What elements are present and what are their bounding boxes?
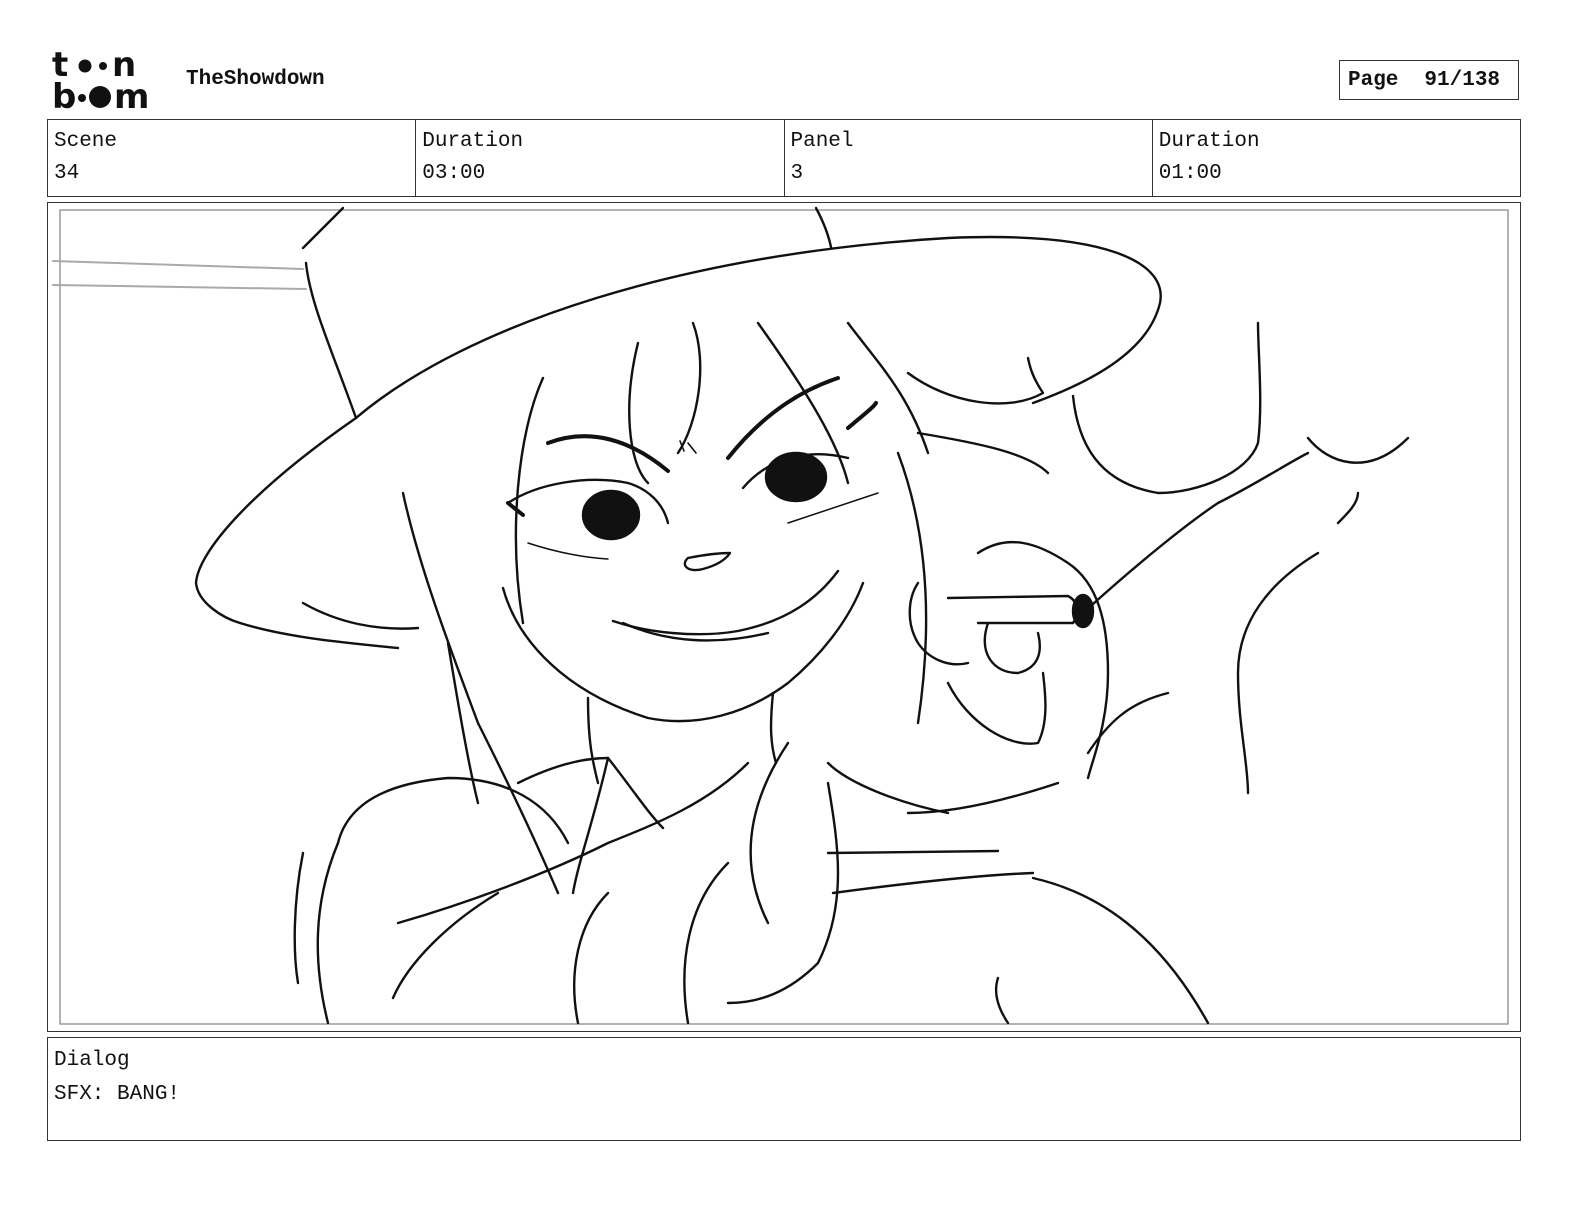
flash-spike	[1336, 491, 1360, 525]
flash-top	[1071, 321, 1262, 495]
left-eye	[581, 489, 641, 541]
gun-hand-outline	[976, 540, 1110, 780]
upper-arm	[749, 741, 790, 925]
neck-left	[586, 696, 600, 785]
hat-brim-top	[354, 235, 1162, 420]
left-shoulder	[336, 776, 570, 845]
hair-right	[896, 451, 928, 725]
scene-duration-label: Duration	[422, 130, 524, 153]
gun-muzzle	[1071, 593, 1095, 629]
knuckles	[983, 621, 1041, 675]
flash-lower	[1086, 691, 1170, 755]
hat-crown-left	[301, 206, 345, 250]
left-cheek-line	[527, 542, 609, 560]
left-eyebrow	[546, 434, 670, 473]
hair-left	[514, 376, 545, 625]
scene-label: Scene	[54, 130, 118, 153]
panel-value: 3	[790, 162, 804, 185]
hair-strand	[846, 321, 930, 455]
project-title: TheShowdown	[186, 68, 325, 91]
scene-duration-value: 03:00	[422, 162, 486, 185]
gun-barrel	[946, 594, 1079, 625]
left-arm-back	[293, 851, 305, 985]
hair-bang	[676, 321, 702, 455]
svg-text:b: b	[52, 77, 76, 112]
hat-crown-side	[304, 261, 358, 420]
flash-bottom	[1236, 551, 1320, 795]
dialog-label: Dialog	[54, 1049, 130, 1072]
right-eye	[764, 451, 828, 503]
hair-flip	[906, 356, 1045, 405]
frown-marks	[679, 440, 697, 454]
torso-right	[683, 861, 730, 1025]
panel-sketch	[52, 206, 1509, 1025]
panel-cell: Panel 3	[785, 120, 1153, 196]
face-jaw	[501, 581, 865, 723]
torso-center	[573, 891, 610, 1025]
toon-boom-logo: t n b m	[52, 45, 164, 117]
arm-line	[831, 871, 1035, 895]
storyboard-panel	[47, 202, 1521, 1032]
fingers	[946, 671, 1047, 745]
right-eyebrow	[726, 376, 840, 460]
panel-duration-label: Duration	[1158, 130, 1260, 153]
hair-back	[401, 491, 560, 895]
scene-value: 34	[54, 162, 80, 185]
panel-duration-value: 01:00	[1158, 162, 1222, 185]
hat-crown-right	[814, 206, 833, 249]
panel-label: Panel	[790, 130, 854, 153]
scene-duration-cell: Duration 03:00	[416, 120, 785, 196]
panel-duration-cell: Duration 01:00	[1153, 120, 1520, 196]
arm-under	[726, 781, 840, 1005]
right-lash	[846, 401, 878, 430]
scarf-line	[396, 761, 750, 925]
hat-brim-left	[194, 416, 358, 625]
body-fold	[994, 976, 1010, 1025]
collar	[516, 756, 665, 830]
hat-brim-line	[301, 601, 420, 630]
speed-line	[52, 284, 307, 290]
right-body	[1031, 876, 1210, 1025]
scene-cell: Scene 34	[48, 120, 417, 196]
hair-flip	[916, 431, 1050, 475]
svg-text:m: m	[114, 77, 149, 112]
nose	[683, 551, 732, 572]
sleeve-cuff	[826, 761, 950, 815]
mouth-lower	[621, 621, 770, 642]
dialog-box: Dialog SFX: BANG!	[47, 1037, 1521, 1141]
neck-right	[769, 691, 778, 765]
mouth-upper	[611, 569, 840, 636]
hand-thumb	[908, 581, 970, 666]
collar-fold	[571, 756, 610, 895]
panel-info-row: Scene 34 Duration 03:00 Panel 3 Duration…	[47, 119, 1521, 197]
page-indicator: Page 91/138	[1339, 60, 1519, 100]
left-arm	[316, 841, 340, 1025]
flash-spike	[1306, 436, 1410, 464]
page-label: Page	[1348, 68, 1399, 92]
hair-bang	[628, 341, 650, 485]
page-number: 91/138	[1424, 68, 1501, 92]
toon-boom-logo-mark: t n b m	[52, 45, 149, 117]
speed-line	[52, 260, 304, 270]
arm-line	[826, 849, 1000, 855]
dialog-text: SFX: BANG!	[54, 1083, 181, 1106]
